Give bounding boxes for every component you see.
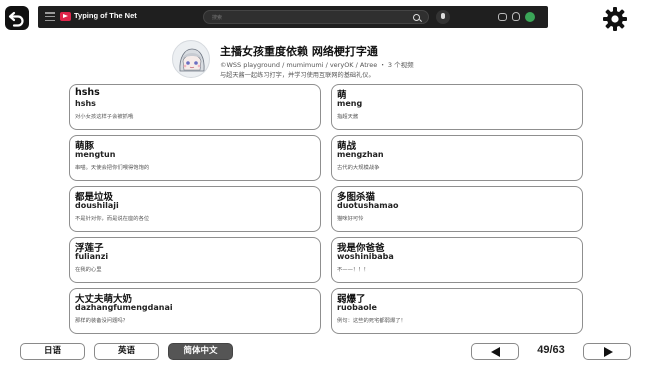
word-card[interactable]: 弱爆了 ruobaole 例句：这些的死宅都弱爆了！ <box>331 288 583 334</box>
card-pinyin: woshinibaba <box>337 252 394 261</box>
card-description: 例句：这些的死宅都弱爆了！ <box>337 318 406 324</box>
card-description: 古代的大规模战争 <box>337 165 380 171</box>
triangle-right-icon <box>604 347 613 357</box>
hamburger-menu-icon[interactable] <box>45 12 55 22</box>
triangle-left-icon <box>491 347 500 357</box>
search-icon[interactable] <box>413 14 420 21</box>
card-pinyin: ruobaole <box>337 303 377 312</box>
card-word: hshs <box>75 87 100 98</box>
channel-avatar[interactable] <box>172 40 210 78</box>
gamepad-icon[interactable] <box>498 13 507 21</box>
card-pinyin: fulianzi <box>75 252 109 261</box>
channel-title: 主播女孩重度依赖 网络梗打字通 <box>220 45 378 58</box>
card-pinyin: meng <box>337 99 363 108</box>
word-card[interactable]: 多图杀猫 duotushamao 猫咪好可怜 <box>331 186 583 232</box>
site-title[interactable]: Typing of The Net <box>74 11 137 20</box>
back-button[interactable] <box>5 6 29 30</box>
word-card[interactable]: 大丈夫萌大奶 dazhangfumengdanai 那样的装备没问题吗？ <box>69 288 321 334</box>
settings-gear-icon[interactable] <box>602 6 628 32</box>
card-description: 在我的心里 <box>75 267 102 273</box>
word-card[interactable]: 萌豚 mengtun 串喵。天使会把你们喂得饱饱的 <box>69 135 321 181</box>
card-description: 指超天酱 <box>337 114 359 120</box>
card-pinyin: doushilaji <box>75 201 119 210</box>
word-card[interactable]: hshs hshs 对小女孩这样子会被抓哦 <box>69 84 321 130</box>
search-bar[interactable] <box>203 10 429 24</box>
word-card[interactable]: 萌战 mengzhan 古代的大规模战争 <box>331 135 583 181</box>
app-window: Typing of The Net 搜索 主播女孩重度依赖 网络梗打字通 ©WS… <box>0 0 650 365</box>
page-indicator: 49/63 <box>537 344 565 356</box>
lang-button-japanese[interactable]: 日语 <box>20 343 85 360</box>
card-description: 不——！！！ <box>337 267 369 273</box>
site-logo-icon[interactable] <box>60 12 71 21</box>
lang-button-english[interactable]: 英语 <box>94 343 159 360</box>
word-card[interactable]: 我是你爸爸 woshinibaba 不——！！！ <box>331 237 583 283</box>
mouse-icon[interactable] <box>512 12 520 21</box>
channel-description: 与超天酱一起练习打字，并学习使用互联网的基础礼仪。 <box>220 72 375 79</box>
search-input[interactable] <box>212 12 402 23</box>
card-pinyin: duotushamao <box>337 201 399 210</box>
next-page-button[interactable] <box>583 343 631 360</box>
card-pinyin: mengtun <box>75 150 116 159</box>
prev-page-button[interactable] <box>471 343 519 360</box>
word-card[interactable]: 都是垃圾 doushilaji 不是针对你，而是说在座的各位 <box>69 186 321 232</box>
microphone-icon[interactable] <box>436 10 450 24</box>
card-description: 对小女孩这样子会被抓哦 <box>75 114 134 120</box>
card-description: 那样的装备没问题吗？ <box>75 318 128 324</box>
card-description: 串喵。天使会把你们喂得饱饱的 <box>75 165 150 171</box>
back-arrow-icon <box>8 11 24 27</box>
card-pinyin: hshs <box>75 99 96 108</box>
lang-button-simplified-chinese[interactable]: 简体中文 <box>168 343 233 360</box>
status-dot-icon[interactable] <box>525 12 535 22</box>
card-pinyin: dazhangfumengdanai <box>75 303 173 312</box>
word-card[interactable]: 浮莲子 fulianzi 在我的心里 <box>69 237 321 283</box>
word-card[interactable]: 萌 meng 指超天酱 <box>331 84 583 130</box>
video-site-topbar: Typing of The Net <box>38 6 548 28</box>
card-description: 不是针对你，而是说在座的各位 <box>75 216 150 222</box>
channel-meta: ©WSS playground / mumimumi / veryOK / At… <box>220 61 414 69</box>
card-pinyin: mengzhan <box>337 150 384 159</box>
card-description: 猫咪好可怜 <box>337 216 364 222</box>
